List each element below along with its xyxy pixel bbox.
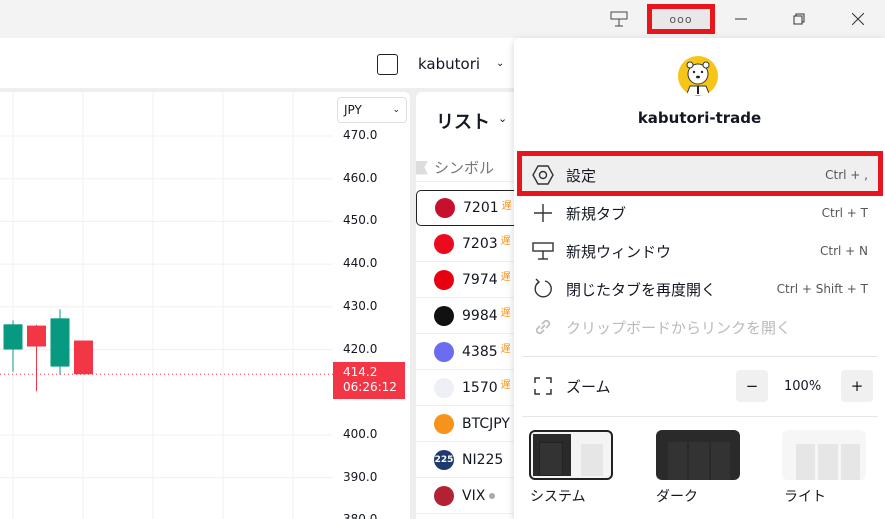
theme-dark-label: ダーク bbox=[656, 489, 698, 505]
menu-item[interactable]: クリップボードからリンクを開く bbox=[522, 309, 878, 345]
delay-badge: 遅 bbox=[500, 344, 511, 355]
chevron-down-icon: ⌄ bbox=[498, 112, 508, 125]
main-menu: kabutori-trade 設定 Ctrl + , 新規タブ Ctrl + T 新規ウ… bbox=[514, 38, 885, 519]
delay-badge: 遅 bbox=[501, 201, 512, 212]
chevron-down-icon: ⌄ bbox=[496, 58, 505, 69]
reopen-icon bbox=[530, 278, 556, 300]
candle-body bbox=[50, 318, 70, 367]
candle-body bbox=[27, 325, 46, 347]
minimize-button[interactable] bbox=[728, 6, 754, 32]
symbol-logo-icon bbox=[434, 377, 454, 398]
menu-item-label: 閉じたタブを再度開く bbox=[566, 280, 717, 299]
chevron-down-icon: ⌄ bbox=[392, 105, 400, 115]
symbol-logo-icon bbox=[434, 485, 454, 506]
last-price: 414.2 bbox=[343, 365, 378, 379]
symbol: BTCJPY bbox=[462, 415, 510, 432]
menu-item[interactable]: 新規ウィンドウ Ctrl + N bbox=[522, 233, 878, 269]
symbol: 7201 bbox=[463, 200, 499, 216]
zoom-label: ズーム bbox=[566, 377, 611, 396]
close-button[interactable] bbox=[845, 6, 871, 32]
symbol-logo-icon bbox=[435, 198, 455, 218]
divider bbox=[522, 416, 878, 417]
zoom-value: 100% bbox=[784, 378, 822, 394]
column-label: シンボル bbox=[434, 159, 495, 177]
new-window-icon[interactable] bbox=[604, 6, 634, 32]
menu-item-label: 設定 bbox=[566, 166, 597, 185]
price-tick: 390.0 bbox=[343, 469, 378, 484]
menu-item-label: 新規ウィンドウ bbox=[566, 242, 672, 261]
divider bbox=[522, 356, 878, 357]
last-price-label: 414.2 06:26:12 bbox=[333, 362, 405, 399]
menu-item-shortcut: Ctrl + , bbox=[825, 168, 868, 182]
delay-badge: 遅 bbox=[500, 236, 511, 247]
symbol: VIX bbox=[462, 487, 486, 504]
delay-badge: 遅 bbox=[500, 272, 511, 283]
delay-badge: 遅 bbox=[500, 308, 511, 319]
theme-system[interactable] bbox=[529, 430, 613, 480]
menu-item[interactable]: 閉じたタブを再度開く Ctrl + Shift + T bbox=[522, 271, 878, 307]
chart-canvas[interactable] bbox=[0, 92, 333, 519]
delay-badge: 遅 bbox=[500, 380, 511, 391]
symbol: NI225 bbox=[462, 451, 504, 468]
symbol: 1570 bbox=[462, 379, 498, 396]
layout-square-icon[interactable] bbox=[377, 54, 398, 75]
zoom-in-button[interactable]: + bbox=[841, 370, 873, 402]
price-tick: 430.0 bbox=[343, 298, 378, 313]
restore-button[interactable] bbox=[786, 6, 812, 32]
theme-light-label: ライト bbox=[784, 489, 826, 505]
theme-system-label: システム bbox=[530, 489, 586, 505]
zoom-frame-icon bbox=[530, 377, 556, 395]
zoom-row: ズーム − 100% + bbox=[522, 368, 878, 404]
window-icon bbox=[530, 241, 556, 261]
price-tick: 460.0 bbox=[343, 170, 378, 185]
more-menu-button[interactable]: ooo bbox=[647, 4, 715, 34]
currency-select[interactable]: JPY ⌄ bbox=[337, 97, 407, 123]
price-tick: 440.0 bbox=[343, 256, 378, 271]
candle-body bbox=[74, 340, 93, 375]
symbol-logo-icon bbox=[434, 413, 454, 434]
price-chart[interactable]: JPY ⌄ 470.0 460.0 450.0 440.0 430.0 420.0 400.… bbox=[0, 92, 410, 519]
price-axis[interactable]: JPY ⌄ 470.0 460.0 450.0 440.0 430.0 420.0 400.… bbox=[333, 92, 410, 519]
symbol-logo-icon bbox=[434, 233, 454, 254]
profile-avatar[interactable] bbox=[678, 56, 718, 96]
gear-hex-icon bbox=[530, 165, 556, 185]
title-bar: ooo bbox=[0, 0, 885, 38]
symbol-logo-icon: 225 bbox=[434, 449, 454, 470]
flag-icon bbox=[416, 160, 428, 175]
menu-item-shortcut: Ctrl + N bbox=[819, 244, 868, 258]
symbol-logo-icon bbox=[434, 341, 454, 362]
watchlist-title-dropdown[interactable]: リスト ⌄ bbox=[436, 108, 507, 134]
candle-body bbox=[3, 324, 23, 350]
price-tick: 420.0 bbox=[343, 341, 378, 356]
symbol: 9984 bbox=[462, 307, 498, 324]
username: kabutori bbox=[418, 55, 481, 73]
price-tick: 380.0 bbox=[343, 512, 377, 519]
theme-light[interactable] bbox=[782, 430, 866, 480]
price-tick: 450.0 bbox=[343, 213, 378, 228]
theme-dark[interactable] bbox=[656, 430, 740, 480]
price-tick: 470.0 bbox=[343, 128, 378, 142]
zoom-out-button[interactable]: − bbox=[736, 370, 768, 402]
user-dropdown[interactable]: kabutori ⌄ bbox=[418, 55, 504, 73]
menu-item-label: 新規タブ bbox=[566, 204, 627, 223]
bar-countdown: 06:26:12 bbox=[343, 380, 397, 394]
plus-icon bbox=[530, 203, 556, 223]
link-icon bbox=[530, 316, 556, 338]
symbol-logo-icon bbox=[434, 305, 454, 326]
menu-item[interactable]: 設定 Ctrl + , bbox=[522, 157, 878, 193]
watchlist-title: リスト bbox=[436, 112, 490, 133]
price-tick: 400.0 bbox=[343, 426, 378, 441]
symbol: 7203 bbox=[462, 235, 498, 252]
symbol: 4385 bbox=[462, 343, 498, 360]
menu-item-label: クリップボードからリンクを開く bbox=[566, 318, 792, 337]
menu-item[interactable]: 新規タブ Ctrl + T bbox=[522, 195, 878, 231]
status-dot bbox=[489, 492, 496, 499]
menu-item-shortcut: Ctrl + T bbox=[821, 206, 868, 220]
symbol-logo-icon bbox=[434, 269, 454, 290]
profile-name: kabutori-trade bbox=[637, 109, 762, 127]
currency-value: JPY bbox=[344, 103, 362, 117]
symbol: 7974 bbox=[462, 271, 498, 288]
menu-item-shortcut: Ctrl + Shift + T bbox=[776, 282, 868, 296]
